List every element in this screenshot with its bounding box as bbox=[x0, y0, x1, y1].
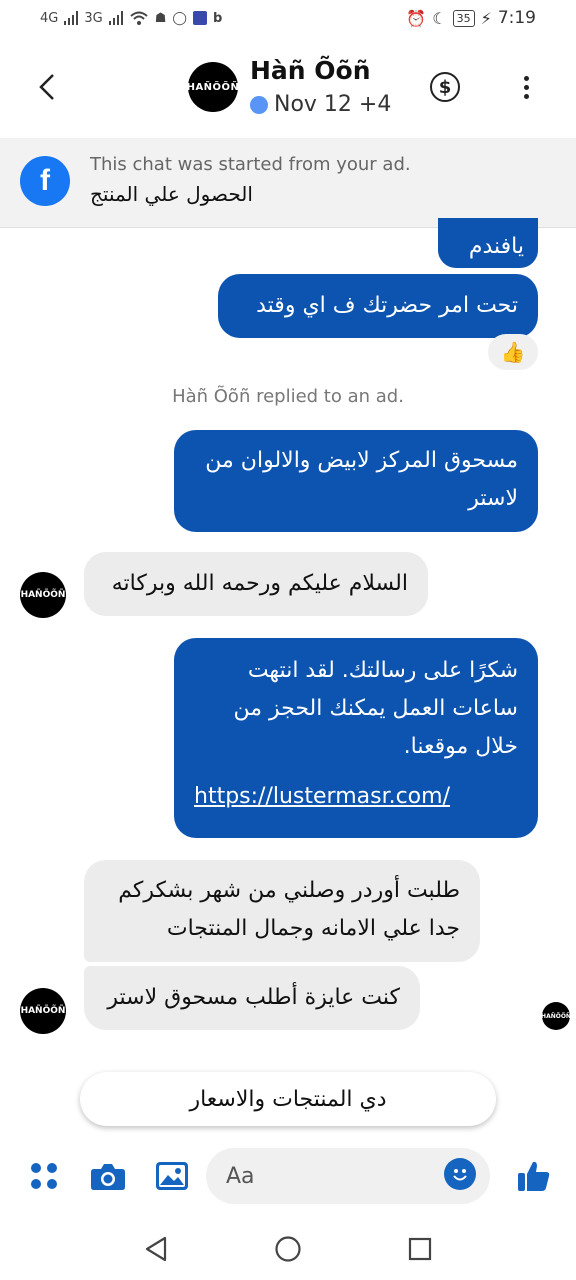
battery-indicator: 35 bbox=[452, 9, 475, 27]
thumbs-up-icon: 👍 bbox=[500, 340, 526, 364]
moon-icon: ☾ bbox=[432, 8, 447, 28]
system-note: Hàñ Õõñ replied to an ad. bbox=[172, 386, 404, 407]
dollar-circle-icon: $ bbox=[438, 76, 452, 98]
message-bubble-outgoing[interactable]: تحت امر حضرتك ف اي وقتد bbox=[218, 274, 538, 338]
emoji-icon bbox=[453, 1169, 467, 1181]
message-text-line: لاستر bbox=[468, 486, 518, 511]
snapchat-icon: ☗ bbox=[154, 10, 167, 26]
sender-avatar[interactable]: HAÑÕÕÑ bbox=[20, 988, 66, 1034]
message-bubble-outgoing[interactable]: يافندم bbox=[438, 218, 538, 268]
reaction-like[interactable]: 👍 bbox=[488, 334, 538, 370]
wifi-icon bbox=[130, 11, 148, 25]
ad-title: الحصول علي المنتج bbox=[90, 182, 253, 206]
message-text-line: شكرًا على رسالتك. لقد انتهت bbox=[247, 658, 518, 683]
status-right: ⏰ ☾ 35 ⚡ 7:19 bbox=[406, 8, 536, 28]
circle-notification-icon: ◯ bbox=[172, 10, 187, 26]
app-notification-icon bbox=[192, 11, 207, 25]
message-bubble-outgoing[interactable]: مسحوق المركز لابيض والالوان من لاستر bbox=[174, 430, 538, 532]
contact-avatar[interactable]: HAÑÕÕÑ bbox=[187, 62, 239, 112]
dot bbox=[523, 93, 529, 99]
network-3g-label: 3G bbox=[84, 10, 103, 26]
gallery-icon bbox=[156, 1162, 188, 1190]
alarm-icon: ⏰ bbox=[406, 8, 427, 28]
menu-dots-icon bbox=[31, 1163, 57, 1189]
presence-dot bbox=[250, 95, 268, 114]
system-nav-bar bbox=[0, 1218, 576, 1280]
website-link[interactable]: https://lustermasr.com/ bbox=[194, 778, 518, 816]
chat-screen: 4G 3G ☗ ◯ b ⏰ ☾ 35 ⚡ 7:19 HAÑÕÕÑ Hàñ Õõñ… bbox=[0, 0, 576, 1280]
message-composer bbox=[0, 1142, 576, 1212]
status-text: Nov 12 +4 bbox=[274, 92, 392, 117]
message-text-line: جدا علي الامانه وجمال المنتجات bbox=[166, 916, 460, 941]
home-circle-icon bbox=[275, 1236, 301, 1262]
ad-banner[interactable]: f This chat was started from your ad. ال… bbox=[0, 138, 576, 228]
message-text-line: طلبت أوردر وصلني من شهر بشكركم bbox=[118, 878, 460, 903]
nav-recents-button[interactable] bbox=[400, 1229, 440, 1269]
payment-button[interactable]: $ bbox=[430, 72, 460, 102]
contact-name[interactable]: Hàñ Õõñ bbox=[250, 56, 371, 85]
camera-icon bbox=[91, 1164, 125, 1190]
message-bubble-incoming[interactable]: طلبت أوردر وصلني من شهر بشكركم جدا علي ا… bbox=[84, 860, 480, 962]
emoji-button[interactable] bbox=[444, 1158, 476, 1190]
signal-icon bbox=[108, 11, 123, 25]
recents-square-icon bbox=[408, 1237, 432, 1261]
nav-back-button[interactable] bbox=[136, 1229, 176, 1269]
message-text: كنت عايزة أطلب مسحوق لاستر bbox=[107, 985, 400, 1010]
message-text: السلام عليكم ورحمه الله وبركاته bbox=[111, 571, 408, 596]
message-text: يافندم bbox=[468, 234, 524, 259]
status-bar: 4G 3G ☗ ◯ b ⏰ ☾ 35 ⚡ 7:19 bbox=[0, 0, 576, 36]
message-bubble-incoming[interactable]: السلام عليكم ورحمه الله وبركاته bbox=[84, 552, 428, 616]
like-button[interactable] bbox=[514, 1156, 554, 1196]
nav-home-button[interactable] bbox=[268, 1229, 308, 1269]
status-left: 4G 3G ☗ ◯ b bbox=[40, 10, 222, 26]
message-bubble-incoming[interactable]: كنت عايزة أطلب مسحوق لاستر bbox=[84, 966, 420, 1030]
menu-button[interactable] bbox=[24, 1156, 64, 1196]
chevron-left-icon bbox=[39, 74, 54, 100]
sender-avatar[interactable]: HAÑÕÕÑ bbox=[20, 572, 66, 618]
contact-status: Nov 12 +4 bbox=[250, 92, 391, 117]
charging-icon: ⚡ bbox=[480, 8, 492, 28]
dot bbox=[523, 84, 529, 90]
chat-header: HAÑÕÕÑ Hàñ Õõñ Nov 12 +4 $ bbox=[0, 40, 576, 136]
signal-icon bbox=[64, 11, 79, 25]
gallery-button[interactable] bbox=[152, 1156, 192, 1196]
camera-button[interactable] bbox=[88, 1156, 128, 1196]
dot bbox=[523, 75, 529, 81]
quick-reply-chip[interactable]: دي المنتجات والاسعار bbox=[80, 1072, 496, 1126]
facebook-icon: f bbox=[20, 156, 70, 206]
message-text: تحت امر حضرتك ف اي وقتد bbox=[256, 293, 518, 318]
message-text-line: ساعات العمل يمكنك الحجز من bbox=[233, 696, 518, 721]
seen-indicator-avatar: HAÑÕÕÑ bbox=[541, 1002, 571, 1030]
back-triangle-icon bbox=[145, 1236, 167, 1262]
message-bubble-outgoing[interactable]: شكرًا على رسالتك. لقد انتهت ساعات العمل … bbox=[174, 638, 538, 838]
clock-time: 7:19 bbox=[497, 8, 536, 28]
app-b-icon: b bbox=[212, 10, 223, 26]
network-4g-label: 4G bbox=[40, 10, 59, 26]
back-button[interactable] bbox=[30, 70, 64, 104]
more-options-button[interactable] bbox=[516, 70, 536, 104]
ad-notice-text: This chat was started from your ad. bbox=[90, 154, 411, 175]
message-text-line: مسحوق المركز لابيض والالوان من bbox=[205, 448, 518, 473]
message-text-line: خلال موقعنا. bbox=[403, 734, 518, 759]
like-icon bbox=[518, 1161, 550, 1191]
